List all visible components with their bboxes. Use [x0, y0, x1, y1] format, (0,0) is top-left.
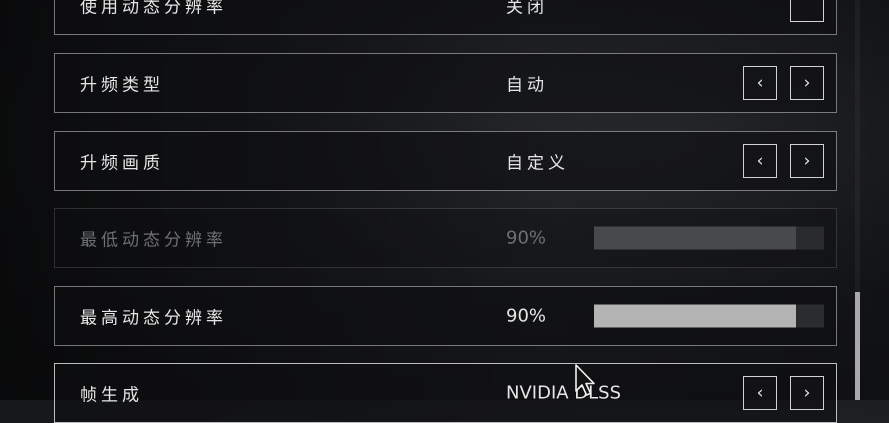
setting-label: 升频画质 [80, 153, 164, 174]
setting-row-min-dynamic-resolution: 最低动态分辨率 90% [54, 208, 837, 268]
setting-row-frame-generation[interactable]: 帧生成 NVIDIA DLSS ‹ › [54, 363, 837, 423]
setting-value: 自动 [506, 75, 548, 96]
settings-scrollbar[interactable] [855, 0, 860, 400]
setting-label: 使用动态分辨率 [80, 0, 227, 18]
frame-generation-next-button[interactable]: › [790, 376, 824, 410]
setting-value: 90% [506, 227, 547, 249]
max-resolution-slider[interactable] [594, 304, 824, 328]
setting-value: 关闭 [506, 0, 548, 18]
setting-row-upscale-type[interactable]: 升频类型 自动 ‹ › [54, 53, 837, 113]
setting-row-max-dynamic-resolution[interactable]: 最高动态分辨率 90% [54, 286, 837, 346]
min-resolution-slider [594, 226, 824, 250]
mouse-pointer-icon [575, 364, 595, 396]
upscale-type-prev-button[interactable]: ‹ [743, 66, 777, 100]
settings-panel: 使用动态分辨率 关闭 升频类型 自动 ‹ › 升频画质 自定义 ‹ › 最低动态… [0, 0, 889, 423]
dynamic-resolution-checkbox[interactable] [790, 0, 824, 22]
setting-row-dynamic-resolution[interactable]: 使用动态分辨率 关闭 [54, 0, 837, 35]
frame-generation-prev-button[interactable]: ‹ [743, 376, 777, 410]
setting-value: 自定义 [506, 153, 569, 174]
setting-value: 90% [506, 305, 547, 327]
setting-label: 升频类型 [80, 75, 164, 96]
setting-row-upscale-quality[interactable]: 升频画质 自定义 ‹ › [54, 131, 837, 191]
scrollbar-thumb[interactable] [855, 292, 860, 400]
slider-fill [594, 304, 797, 328]
setting-label: 帧生成 [80, 385, 143, 406]
upscale-type-next-button[interactable]: › [790, 66, 824, 100]
setting-label: 最低动态分辨率 [80, 230, 227, 251]
setting-label: 最高动态分辨率 [80, 308, 227, 329]
upscale-quality-next-button[interactable]: › [790, 144, 824, 178]
setting-value: NVIDIA DLSS [506, 382, 622, 404]
slider-fill [594, 226, 797, 250]
upscale-quality-prev-button[interactable]: ‹ [743, 144, 777, 178]
